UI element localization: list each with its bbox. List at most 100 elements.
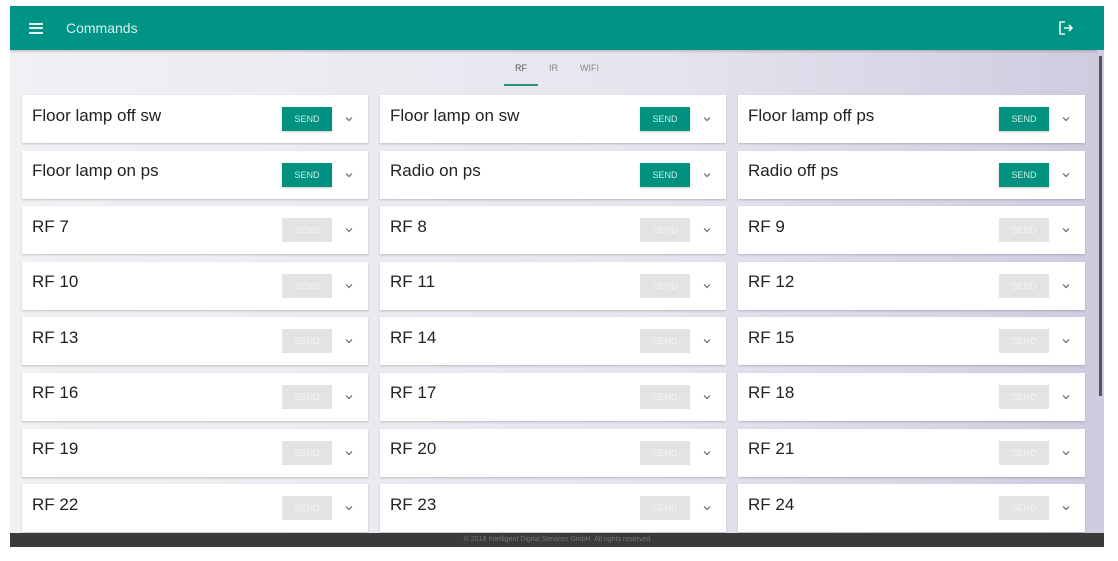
command-name: Floor lamp on ps (32, 161, 159, 181)
send-button[interactable]: SEND (282, 107, 332, 131)
tab-rf[interactable]: RF (504, 50, 538, 86)
chevron-down-icon[interactable] (1061, 225, 1071, 235)
command-name: RF 24 (748, 494, 795, 514)
send-button[interactable]: SEND (640, 440, 690, 465)
chevron-down-icon[interactable] (344, 392, 354, 402)
chevron-down-icon[interactable] (344, 448, 354, 458)
command-name: RF 16 (32, 383, 79, 403)
command-name: RF 20 (390, 439, 437, 459)
chevron-down-icon[interactable] (1061, 170, 1071, 180)
command-name: RF 18 (748, 383, 795, 403)
command-name: Floor lamp on sw (390, 105, 520, 125)
send-button[interactable]: SEND (999, 329, 1049, 354)
send-button[interactable]: SEND (640, 496, 690, 521)
command-card: RF 21 SEND (738, 428, 1085, 477)
send-button[interactable]: SEND (282, 496, 332, 521)
command-name: RF 21 (748, 439, 795, 459)
page-title: Commands (66, 20, 138, 36)
send-button[interactable]: SEND (999, 218, 1049, 243)
logout-icon[interactable] (1058, 20, 1074, 36)
command-name: RF 23 (390, 494, 437, 514)
chevron-down-icon[interactable] (702, 281, 712, 291)
chevron-down-icon[interactable] (702, 392, 712, 402)
app-window: Commands RF IR WIFI Floor lamp off sw SE… (10, 6, 1104, 547)
scrollbar-thumb[interactable] (1099, 56, 1102, 396)
app-header: Commands (10, 6, 1104, 50)
send-button[interactable]: SEND (640, 384, 690, 409)
command-name: RF 9 (748, 216, 785, 236)
command-card: RF 16 SEND (22, 372, 368, 421)
chevron-down-icon[interactable] (344, 225, 354, 235)
command-card: RF 23 SEND (380, 484, 726, 533)
command-card: RF 24 SEND (738, 484, 1085, 533)
command-card: RF 9 SEND (738, 206, 1085, 255)
command-card: RF 8 SEND (380, 206, 726, 255)
command-name: Floor lamp off sw (32, 105, 162, 125)
command-name: RF 8 (390, 216, 427, 236)
chevron-down-icon[interactable] (702, 448, 712, 458)
command-card: RF 7 SEND (22, 206, 368, 255)
chevron-down-icon[interactable] (1061, 336, 1071, 346)
command-card: Radio off ps SEND (738, 150, 1085, 199)
send-button[interactable]: SEND (999, 273, 1049, 298)
send-button[interactable]: SEND (282, 162, 332, 187)
send-button[interactable]: SEND (640, 329, 690, 354)
command-name: RF 12 (748, 272, 795, 292)
chevron-down-icon[interactable] (1061, 503, 1071, 513)
send-button[interactable]: SEND (999, 107, 1049, 131)
send-button[interactable]: SEND (640, 107, 690, 131)
command-card: RF 15 SEND (738, 317, 1085, 366)
chevron-down-icon[interactable] (702, 114, 712, 124)
send-button[interactable]: SEND (282, 329, 332, 354)
command-name: RF 14 (390, 327, 437, 347)
send-button[interactable]: SEND (999, 384, 1049, 409)
command-card: RF 19 SEND (22, 428, 368, 477)
command-card: Floor lamp off sw SEND (22, 95, 368, 143)
command-card: Radio on ps SEND (380, 150, 726, 199)
chevron-down-icon[interactable] (702, 503, 712, 513)
tab-wifi[interactable]: WIFI (569, 50, 610, 86)
send-button[interactable]: SEND (640, 273, 690, 298)
chevron-down-icon[interactable] (344, 170, 354, 180)
command-name: RF 13 (32, 327, 79, 347)
send-button[interactable]: SEND (640, 218, 690, 243)
chevron-down-icon[interactable] (702, 225, 712, 235)
command-name: RF 7 (32, 216, 69, 236)
chevron-down-icon[interactable] (1061, 392, 1071, 402)
tab-ir[interactable]: IR (538, 50, 569, 86)
chevron-down-icon[interactable] (1061, 281, 1071, 291)
command-card: RF 18 SEND (738, 372, 1085, 421)
send-button[interactable]: SEND (282, 384, 332, 409)
command-name: RF 17 (390, 383, 437, 403)
chevron-down-icon[interactable] (702, 336, 712, 346)
chevron-down-icon[interactable] (1061, 114, 1071, 124)
scrollbar[interactable] (1097, 50, 1104, 533)
command-card: RF 10 SEND (22, 261, 368, 310)
command-card: RF 11 SEND (380, 261, 726, 310)
chevron-down-icon[interactable] (344, 503, 354, 513)
send-button[interactable]: SEND (999, 162, 1049, 187)
hamburger-icon[interactable] (29, 22, 43, 34)
command-card: Floor lamp on ps SEND (22, 150, 368, 199)
command-card: Floor lamp on sw SEND (380, 95, 726, 143)
tab-bar: RF IR WIFI (10, 50, 1104, 90)
chevron-down-icon[interactable] (344, 114, 354, 124)
chevron-down-icon[interactable] (344, 281, 354, 291)
command-name: RF 15 (748, 327, 795, 347)
command-name: Floor lamp off ps (748, 105, 875, 125)
command-name: Radio on ps (390, 161, 481, 181)
command-name: RF 10 (32, 272, 79, 292)
chevron-down-icon[interactable] (344, 336, 354, 346)
command-card: RF 20 SEND (380, 428, 726, 477)
send-button[interactable]: SEND (282, 218, 332, 243)
command-card: RF 22 SEND (22, 484, 368, 533)
send-button[interactable]: SEND (282, 273, 332, 298)
send-button[interactable]: SEND (282, 440, 332, 465)
chevron-down-icon[interactable] (702, 170, 712, 180)
chevron-down-icon[interactable] (1061, 448, 1071, 458)
send-button[interactable]: SEND (999, 440, 1049, 465)
command-grid: Floor lamp off sw SEND Floor lamp on sw … (22, 95, 1086, 533)
command-card: RF 13 SEND (22, 317, 368, 366)
send-button[interactable]: SEND (999, 496, 1049, 521)
send-button[interactable]: SEND (640, 162, 690, 187)
